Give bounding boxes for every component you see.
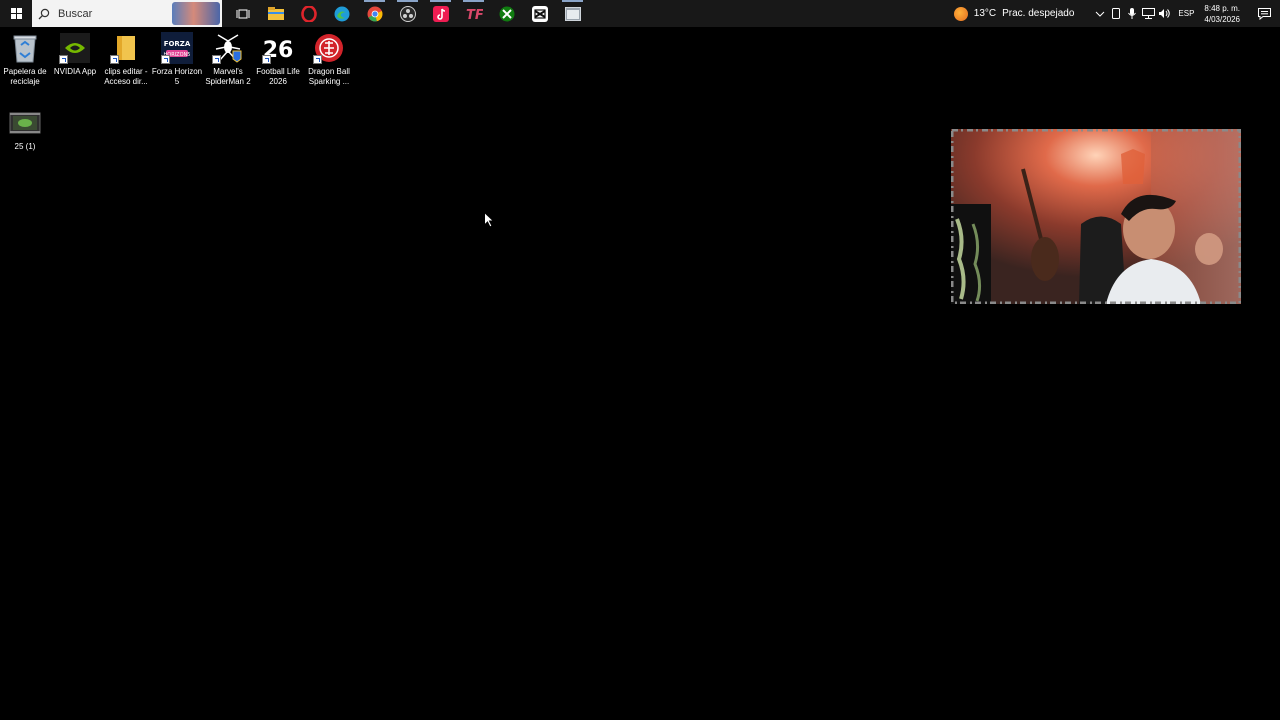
search-box[interactable]: Buscar bbox=[32, 0, 222, 27]
search-highlight-image[interactable] bbox=[172, 2, 220, 25]
desktop-icon-forza-horizon-5[interactable]: FORZA HORIZON5 Forza Horizon 5 bbox=[152, 32, 202, 87]
webcam-overlay bbox=[951, 129, 1241, 304]
notification-icon[interactable] bbox=[1254, 7, 1274, 20]
dragon-ball-icon bbox=[313, 32, 345, 64]
tiktok-icon[interactable] bbox=[424, 0, 457, 27]
clock[interactable]: 8:48 p. m. 4/03/2026 bbox=[1204, 3, 1240, 25]
desktop-icon-label: Forza Horizon 5 bbox=[151, 67, 203, 86]
desktop-icon-football-life-2026[interactable]: 26 Football Life 2026 bbox=[253, 32, 303, 87]
microphone-icon[interactable] bbox=[1124, 0, 1140, 27]
capcut-icon[interactable] bbox=[523, 0, 556, 27]
system-tray: 13°C Prac. despejado ESP 8:48 p. m. 4/03… bbox=[953, 0, 1280, 27]
shortcut-arrow-icon bbox=[313, 55, 322, 64]
search-placeholder: Buscar bbox=[58, 7, 93, 20]
edge-icon[interactable] bbox=[325, 0, 358, 27]
app-window-icon[interactable] bbox=[556, 0, 589, 27]
desktop-icon-label: Papelera de reciclaje bbox=[3, 67, 47, 86]
clock-date: 4/03/2026 bbox=[1204, 14, 1240, 24]
svg-text:TF: TF bbox=[466, 8, 483, 21]
volume-icon[interactable] bbox=[1156, 0, 1172, 27]
windows-icon bbox=[10, 8, 22, 19]
shortcut-arrow-icon bbox=[59, 55, 68, 64]
shortcut-arrow-icon bbox=[212, 55, 221, 64]
desktop-icon-label: clips editar - Acceso dir... bbox=[104, 67, 148, 86]
recycle-bin-icon bbox=[9, 32, 41, 64]
desktop-icon-label: Dragon Ball Sparking ... bbox=[308, 67, 350, 86]
football-life-icon: 26 bbox=[262, 32, 294, 64]
nvidia-icon bbox=[59, 32, 91, 64]
file-explorer-icon[interactable] bbox=[259, 0, 292, 27]
shortcut-arrow-icon bbox=[110, 55, 119, 64]
mouse-cursor bbox=[484, 211, 495, 233]
folder-shortcut-icon bbox=[110, 32, 142, 64]
weather-icon bbox=[953, 6, 968, 21]
desktop-icon-spiderman-2[interactable]: Marvel's SpiderMan 2 bbox=[203, 32, 253, 87]
desktop-icon-label: NVIDIA App bbox=[53, 67, 97, 76]
search-icon bbox=[38, 8, 56, 20]
obs-icon[interactable] bbox=[391, 0, 424, 27]
pinned-apps: TF bbox=[226, 0, 589, 27]
phone-link-icon[interactable] bbox=[1108, 0, 1124, 27]
weather-widget[interactable]: 13°C Prac. despejado bbox=[953, 6, 1075, 21]
desktop-icon-label: 25 (1) bbox=[14, 142, 36, 151]
desktop-icon-nvidia-app[interactable]: NVIDIA App bbox=[50, 32, 100, 77]
tf-icon[interactable]: TF bbox=[457, 0, 490, 27]
desktop-icon-recycle-bin[interactable]: Papelera de reciclaje bbox=[0, 32, 50, 87]
video-file-icon bbox=[9, 107, 41, 139]
chevron-up-icon[interactable] bbox=[1092, 0, 1108, 27]
task-view-icon[interactable] bbox=[226, 0, 259, 27]
opera-icon[interactable] bbox=[292, 0, 325, 27]
shortcut-arrow-icon bbox=[262, 55, 271, 64]
desktop-icon-clips-editar[interactable]: clips editar - Acceso dir... bbox=[101, 32, 151, 87]
language-indicator[interactable]: ESP bbox=[1178, 9, 1194, 18]
desktop-icon-label: Marvel's SpiderMan 2 bbox=[205, 67, 251, 86]
xbox-icon[interactable] bbox=[490, 0, 523, 27]
shortcut-arrow-icon bbox=[161, 55, 170, 64]
weather-temperature: 13°C bbox=[973, 8, 997, 19]
spiderman-icon bbox=[212, 32, 244, 64]
desktop-icon-label: Football Life 2026 bbox=[256, 67, 300, 86]
taskbar: Buscar TF 13°C Prac. despejado ESP 8:48 … bbox=[0, 0, 1280, 27]
start-button[interactable] bbox=[0, 0, 32, 27]
chrome-icon[interactable] bbox=[358, 0, 391, 27]
desktop-icon-video-file[interactable]: 25 (1) bbox=[0, 107, 50, 152]
network-icon[interactable] bbox=[1140, 0, 1156, 27]
weather-condition: Prac. despejado bbox=[1002, 8, 1075, 19]
webcam-feed-image bbox=[951, 129, 1241, 304]
forza-horizon-icon: FORZA HORIZON5 bbox=[161, 32, 193, 64]
desktop-icon-dragon-ball-sparking[interactable]: Dragon Ball Sparking ... bbox=[304, 32, 354, 87]
clock-time: 8:48 p. m. bbox=[1204, 3, 1240, 13]
svg-text:FORZA: FORZA bbox=[164, 40, 191, 48]
